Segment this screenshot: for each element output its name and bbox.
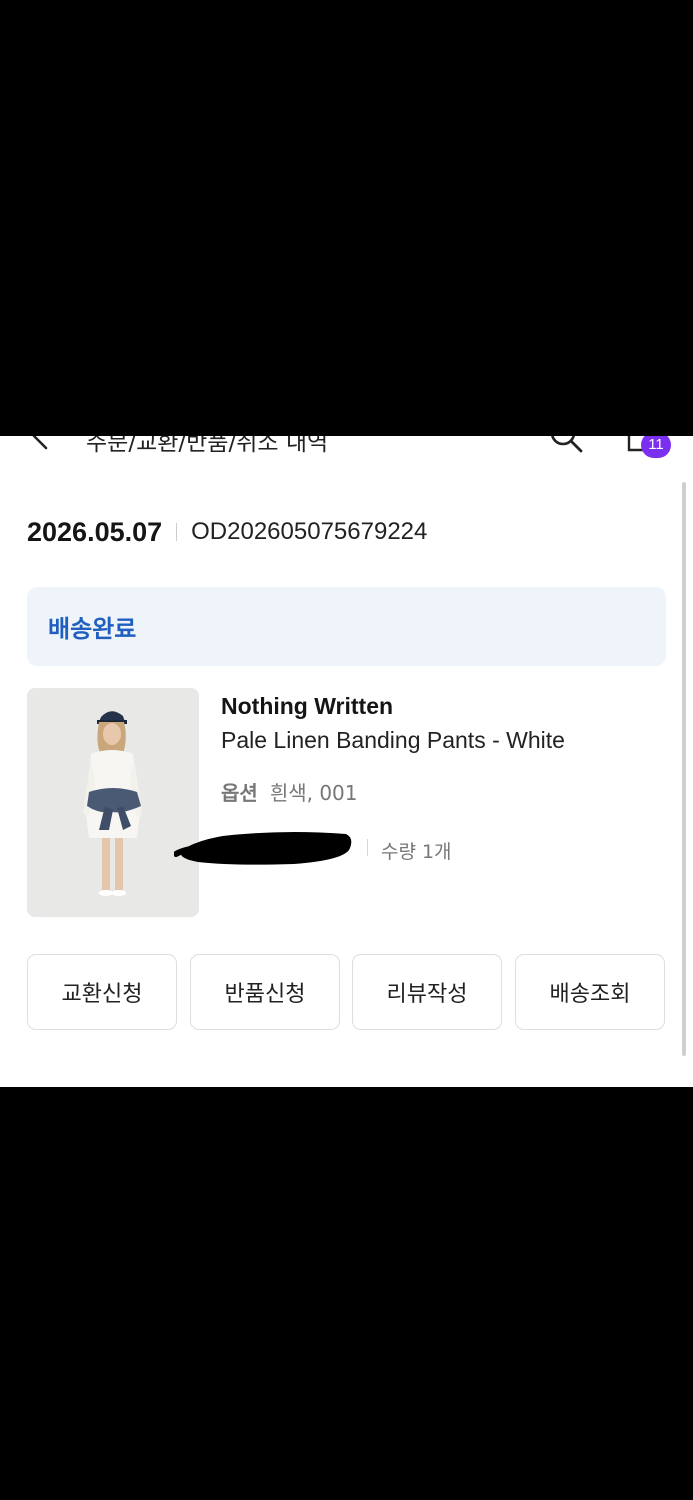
redaction-scribble — [174, 832, 352, 865]
option-label: 옵션 — [221, 781, 258, 805]
chevron-left-icon[interactable] — [28, 436, 52, 450]
delivery-status-banner: 배송완료 — [27, 587, 666, 666]
search-icon[interactable] — [548, 436, 584, 454]
product-quantity: 수량 1개 — [381, 837, 452, 864]
order-history-screen: 주문/교환/반품/취소 내역 11 2026.05.07 OD202605075… — [0, 436, 693, 1087]
order-action-buttons: 교환신청 반품신청 리뷰작성 배송조회 — [27, 954, 666, 1030]
option-value: 흰색, 001 — [269, 781, 358, 805]
return-request-button[interactable]: 반품신청 — [190, 954, 340, 1030]
quantity-divider — [367, 839, 368, 856]
delivery-status-label: 배송완료 — [48, 615, 137, 643]
order-info: 2026.05.07 OD202605075679224 — [27, 514, 427, 550]
product-image[interactable] — [27, 688, 199, 917]
page-title: 주문/교환/반품/취소 내역 — [86, 436, 329, 456]
product-brand[interactable]: Nothing Written — [221, 693, 393, 720]
product-photo-illustration — [27, 688, 199, 917]
order-date: 2026.05.07 — [27, 516, 163, 547]
track-delivery-button[interactable]: 배송조회 — [515, 954, 665, 1030]
quantity-value: 1개 — [421, 841, 452, 863]
product-name[interactable]: Pale Linen Banding Pants - White — [221, 727, 565, 754]
order-divider — [176, 523, 178, 541]
top-navigation-bar: 주문/교환/반품/취소 내역 — [0, 436, 693, 458]
scrollbar[interactable] — [682, 482, 686, 1056]
product-option: 옵션 흰색, 001 — [221, 777, 358, 806]
quantity-label: 수량 — [381, 841, 416, 863]
cart-badge[interactable]: 11 — [641, 436, 671, 458]
order-number: OD202605075679224 — [191, 518, 428, 545]
write-review-button[interactable]: 리뷰작성 — [352, 954, 502, 1030]
exchange-request-button[interactable]: 교환신청 — [27, 954, 177, 1030]
